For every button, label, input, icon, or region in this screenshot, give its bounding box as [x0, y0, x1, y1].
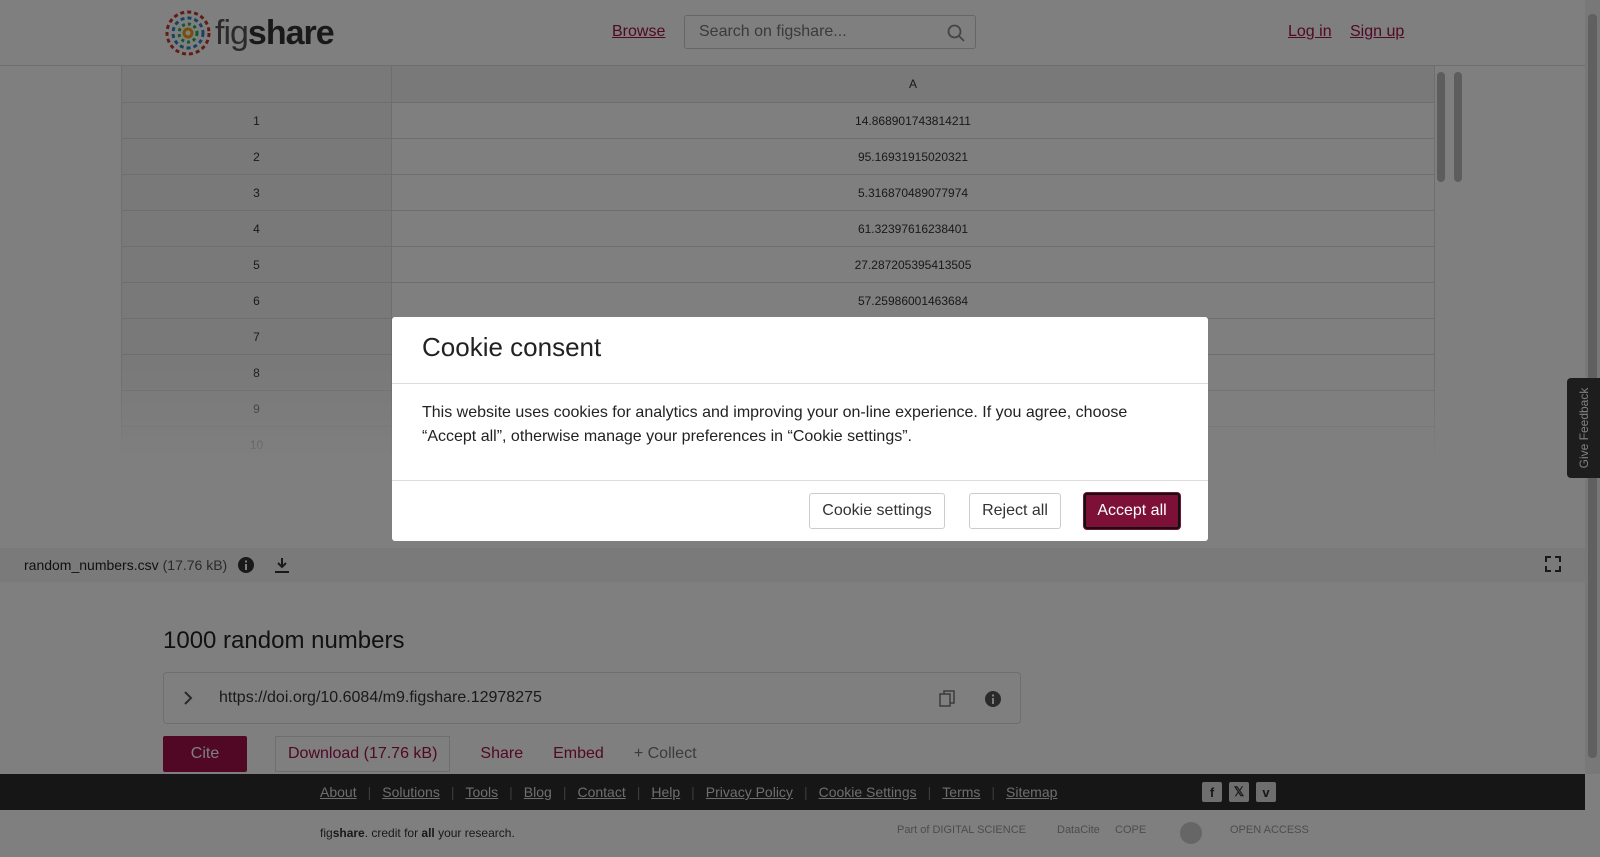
divider	[392, 383, 1208, 384]
reject-all-button[interactable]: Reject all	[969, 493, 1061, 529]
accept-all-button[interactable]: Accept all	[1084, 493, 1180, 529]
cookie-consent-dialog: Cookie consent This website uses cookies…	[392, 317, 1208, 541]
divider	[392, 480, 1208, 481]
dialog-title: Cookie consent	[422, 332, 602, 362]
cookie-settings-button[interactable]: Cookie settings	[809, 493, 945, 529]
dialog-body: This website uses cookies for analytics …	[422, 404, 1128, 445]
